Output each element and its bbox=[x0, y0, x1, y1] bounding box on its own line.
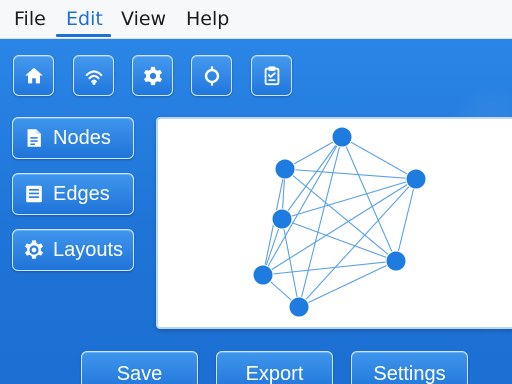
graph-edge bbox=[284, 168, 417, 180]
sidebar-item-label: Edges bbox=[53, 182, 110, 205]
sidebar-item-edges[interactable]: Edges bbox=[12, 173, 134, 215]
save-button[interactable]: Save bbox=[81, 351, 198, 384]
sidebar-item-label: Nodes bbox=[53, 126, 111, 149]
sun-icon bbox=[204, 65, 219, 86]
menu-view[interactable]: View bbox=[121, 0, 166, 38]
network-graph bbox=[252, 126, 427, 318]
wifi-button[interactable] bbox=[73, 55, 114, 96]
graph-node bbox=[252, 264, 274, 286]
clipboard-button[interactable] bbox=[251, 55, 292, 96]
home-icon bbox=[24, 67, 43, 83]
graph-edge bbox=[281, 178, 417, 220]
graph-edge bbox=[281, 136, 343, 220]
active-menu-indicator bbox=[56, 34, 111, 37]
graph-node bbox=[385, 250, 407, 272]
graph-edge bbox=[341, 136, 417, 180]
sidebar-item-nodes[interactable]: Nodes bbox=[12, 117, 134, 159]
graph-node bbox=[288, 296, 310, 318]
clipboard-icon bbox=[264, 65, 279, 85]
export-button[interactable]: Export bbox=[216, 351, 333, 384]
graph-node bbox=[271, 208, 293, 230]
sun-button[interactable] bbox=[191, 55, 232, 96]
workspace: Nodes Edges Layouts Save Export Settings bbox=[0, 39, 512, 384]
graph-node bbox=[405, 168, 427, 190]
home-button[interactable] bbox=[13, 55, 54, 96]
document-icon bbox=[22, 126, 46, 150]
graph-edge bbox=[284, 168, 397, 262]
graph-edge bbox=[298, 136, 343, 308]
list-icon bbox=[22, 182, 46, 206]
gear-icon bbox=[143, 66, 162, 85]
settings-button[interactable]: Settings bbox=[351, 351, 468, 384]
menu-edit[interactable]: Edit bbox=[66, 0, 103, 38]
wifi-icon bbox=[85, 69, 102, 85]
graph-node bbox=[331, 126, 353, 148]
graph-edge bbox=[395, 178, 417, 262]
gear-button[interactable] bbox=[132, 55, 173, 96]
menu-bar: File Edit View Help bbox=[0, 0, 512, 39]
sidebar-item-layouts[interactable]: Layouts bbox=[12, 229, 134, 271]
graph-edge bbox=[298, 178, 417, 308]
gear-icon bbox=[22, 238, 46, 262]
graph-canvas[interactable] bbox=[156, 117, 512, 329]
menu-file[interactable]: File bbox=[14, 0, 46, 38]
graph-node bbox=[274, 158, 296, 180]
graph-edge bbox=[298, 260, 397, 308]
menu-help[interactable]: Help bbox=[186, 0, 229, 38]
sidebar-item-label: Layouts bbox=[53, 238, 124, 261]
graph-edge bbox=[281, 218, 397, 262]
